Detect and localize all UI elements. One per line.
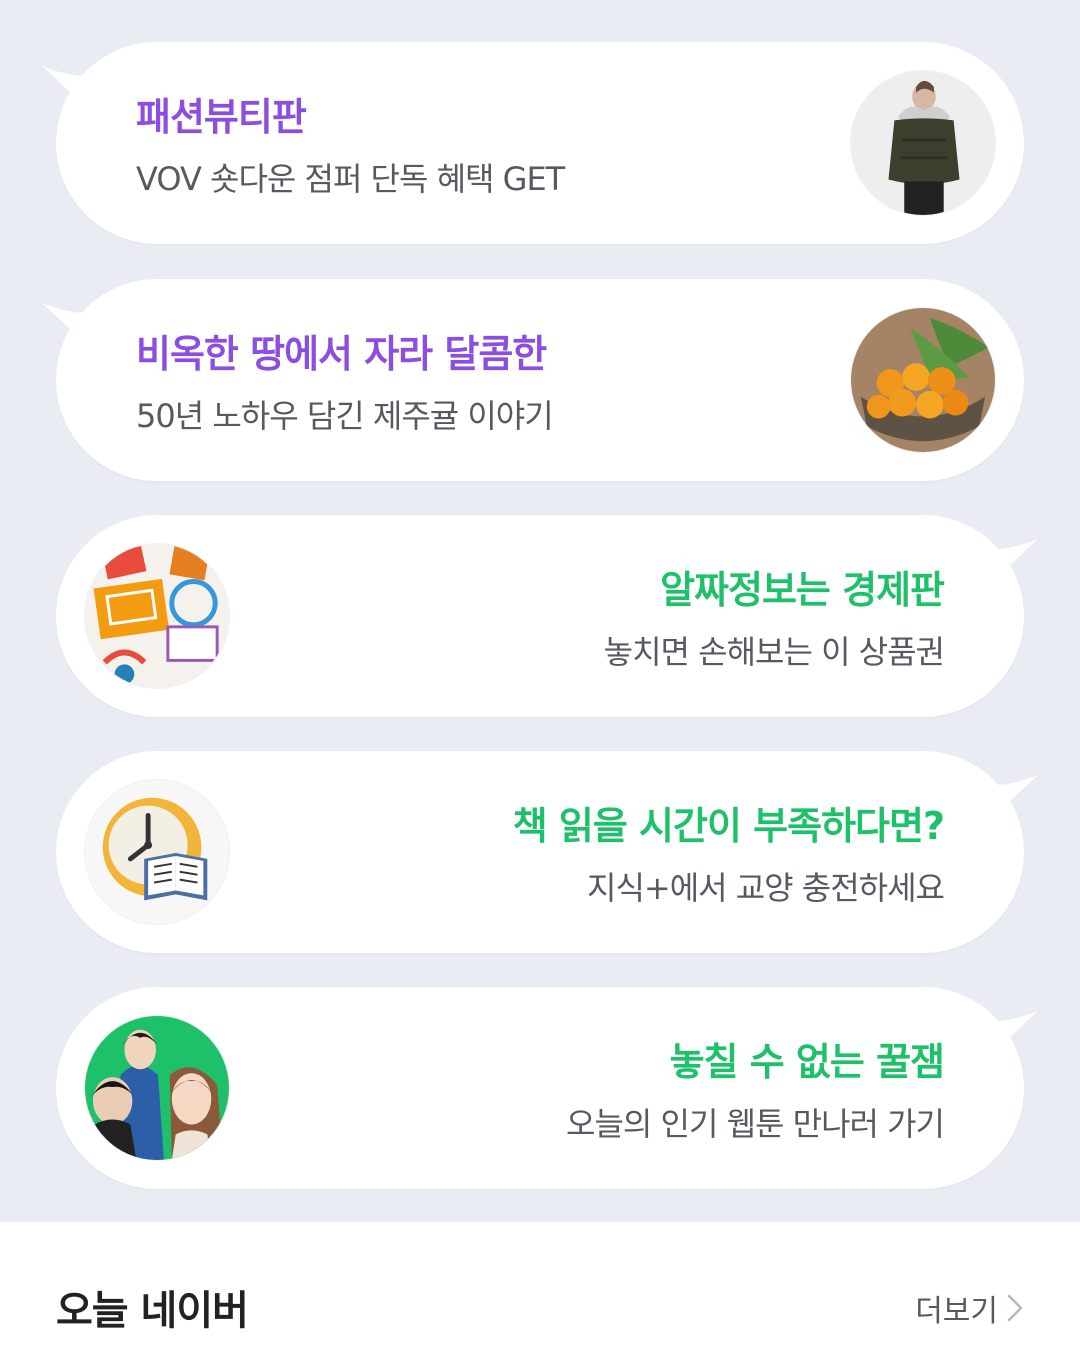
bubble-tail-icon	[978, 539, 1038, 595]
card-title: 비옥한 땅에서 자라 달콤한	[136, 332, 547, 376]
card-webtoon[interactable]: 놓칠 수 없는 꿀잼 오늘의 인기 웹툰 만나러 가기	[56, 987, 1038, 1189]
clock-book-image	[84, 779, 230, 925]
card-title: 알짜정보는 경제판	[660, 568, 945, 612]
webtoon-characters-image	[84, 1015, 230, 1161]
card-knowledge[interactable]: 책 읽을 시간이 부족하다면? 지식+에서 교양 충전하세요	[56, 751, 1038, 953]
card-fashion-beauty[interactable]: 패션뷰티판 VOV 숏다운 점퍼 단독 혜택 GET	[42, 42, 1024, 244]
card-title: 패션뷰티판	[136, 95, 307, 139]
bubble-tail-icon	[978, 1011, 1038, 1067]
card-subtitle: 지식+에서 교양 충전하세요	[587, 869, 945, 907]
card-economy[interactable]: 알짜정보는 경제판 놓치면 손해보는 이 상품권	[56, 515, 1038, 717]
card-jeju-tangerine[interactable]: 비옥한 땅에서 자라 달콤한 50년 노하우 담긴 제주귤 이야기	[42, 279, 1024, 481]
puffer-jacket-model-image	[850, 70, 996, 216]
card-title: 책 읽을 시간이 부족하다면?	[512, 804, 945, 848]
recommendation-feed: 패션뷰티판 VOV 숏다운 점퍼 단독 혜택 GET 비옥한 땅에서 자라 달콤…	[0, 0, 1080, 1222]
card-title: 놓칠 수 없는 꿀잼	[669, 1040, 945, 1084]
chevron-right-icon	[1007, 1294, 1023, 1322]
sale-coupon-image	[84, 543, 230, 689]
section-title: 오늘 네이버	[56, 1288, 249, 1334]
card-subtitle: 놓치면 손해보는 이 상품권	[603, 633, 945, 671]
bubble-tail-icon	[42, 303, 102, 359]
more-label: 더보기	[915, 1294, 998, 1329]
tangerine-basket-image	[850, 307, 996, 453]
bubble-tail-icon	[42, 66, 102, 122]
more-button[interactable]: 더보기	[915, 1286, 1024, 1330]
today-naver-section-header: 오늘 네이버 더보기	[0, 1222, 1080, 1347]
card-subtitle: 50년 노하우 담긴 제주귤 이야기	[136, 397, 554, 435]
bubble-tail-icon	[978, 775, 1038, 831]
card-subtitle: VOV 숏다운 점퍼 단독 혜택 GET	[136, 160, 565, 198]
card-subtitle: 오늘의 인기 웹툰 만나러 가기	[566, 1105, 945, 1143]
